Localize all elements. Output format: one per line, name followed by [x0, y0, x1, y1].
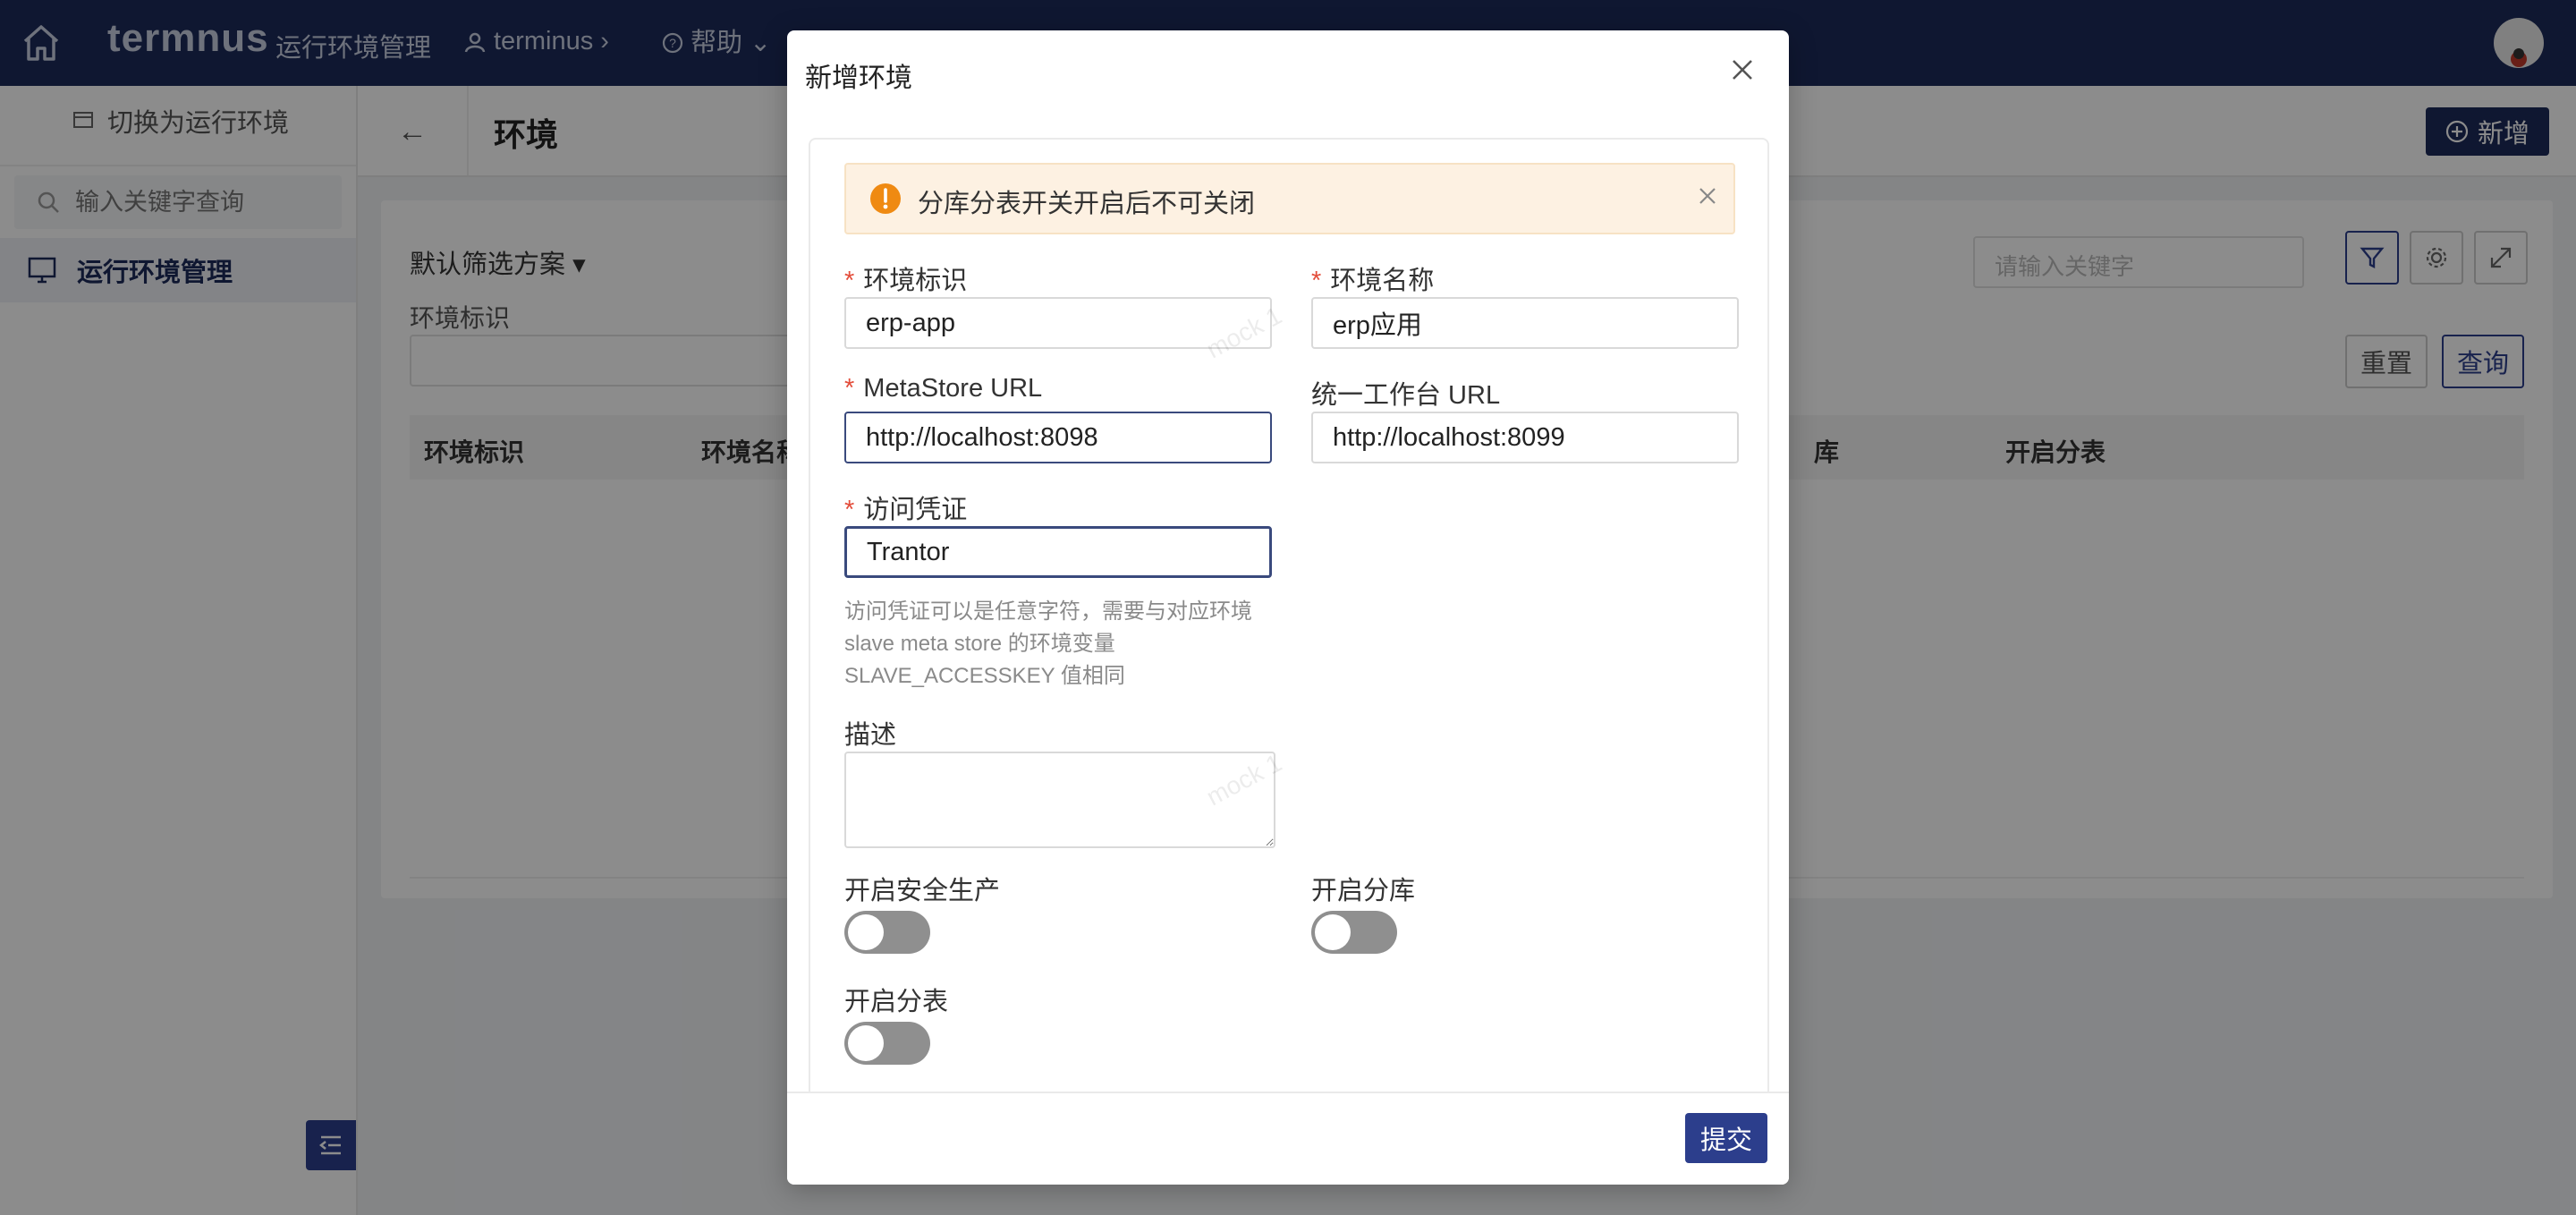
- close-icon[interactable]: [1726, 54, 1758, 86]
- switch-knob: [848, 1025, 884, 1061]
- add-env-modal: 新增环境 分库分表开关开启后不可关闭 * 环境标识 * 环境名称 * MetaStor…: [787, 30, 1789, 1185]
- modal-footer: 提交: [787, 1092, 1789, 1185]
- sharding-db-label: 开启分库: [1311, 877, 1416, 905]
- required-mark: *: [844, 267, 855, 295]
- env-id-label-text: 环境标识: [863, 267, 968, 295]
- safe-prod-switch[interactable]: [844, 911, 930, 954]
- modal-title: 新增环境: [805, 64, 912, 93]
- required-mark: *: [1311, 267, 1322, 295]
- switch-knob: [1315, 914, 1351, 950]
- env-id-label: * 环境标识: [844, 259, 967, 297]
- required-mark: *: [844, 374, 855, 403]
- env-name-label-text: 环境名称: [1330, 267, 1435, 295]
- sharding-table-label: 开启分表: [844, 988, 949, 1016]
- safe-prod-label: 开启安全生产: [844, 877, 1001, 905]
- env-name-label: * 环境名称: [1311, 259, 1434, 297]
- sharding-table-switch[interactable]: [844, 1022, 930, 1065]
- alert-text: 分库分表开关开启后不可关闭: [918, 190, 1256, 218]
- metastore-url-label-text: MetaStore URL: [863, 374, 1043, 403]
- sharding-db-switch[interactable]: [1311, 911, 1397, 954]
- modal-form: 分库分表开关开启后不可关闭 * 环境标识 * 环境名称 * MetaStore URL…: [809, 138, 1769, 1126]
- switch-knob: [848, 914, 884, 950]
- credential-help-text: 访问凭证可以是任意字符，需要与对应环境 slave meta store 的环境…: [844, 599, 1252, 688]
- credential-label: * 访问凭证: [844, 489, 967, 526]
- warning-alert: 分库分表开关开启后不可关闭: [844, 163, 1735, 234]
- env-name-input[interactable]: [1311, 297, 1739, 349]
- metastore-url-input[interactable]: [844, 412, 1272, 463]
- required-mark: *: [844, 496, 855, 524]
- workbench-url-input[interactable]: [1311, 412, 1739, 463]
- submit-button[interactable]: 提交: [1685, 1113, 1767, 1163]
- close-icon[interactable]: [1696, 184, 1719, 208]
- desc-label: 描述: [844, 721, 897, 750]
- credential-label-text: 访问凭证: [863, 496, 968, 524]
- warning-icon: [870, 183, 901, 214]
- metastore-url-label: * MetaStore URL: [844, 374, 1042, 404]
- workbench-url-label: 统一工作台 URL: [1311, 381, 1501, 410]
- credential-input[interactable]: [844, 526, 1272, 578]
